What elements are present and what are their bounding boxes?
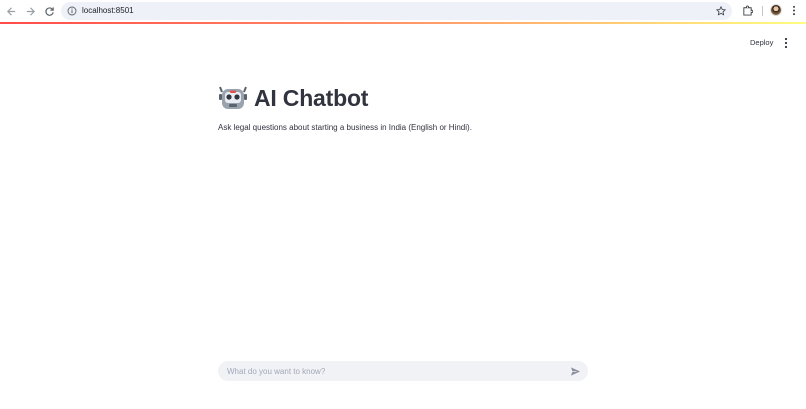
forward-button[interactable] (23, 4, 37, 18)
back-button[interactable] (4, 4, 18, 18)
arrow-left-icon (6, 6, 15, 16)
info-icon[interactable] (67, 6, 77, 16)
address-bar[interactable]: localhost:8501 (61, 2, 732, 20)
robot-icon (219, 86, 247, 109)
main-menu-icon[interactable] (782, 37, 790, 49)
page-title: AI Chatbot (218, 83, 368, 113)
toolbar-divider (762, 6, 763, 16)
browser-toolbar: localhost:8501 (0, 0, 806, 22)
chat-input-container (218, 361, 588, 381)
title-text: AI Chatbot (254, 84, 369, 111)
decoration-bar (0, 22, 806, 24)
star-icon[interactable] (716, 6, 726, 16)
kebab-menu-icon[interactable] (789, 5, 799, 16)
subtitle: Ask legal questions about starting a bus… (218, 123, 472, 132)
reload-button[interactable] (42, 4, 56, 18)
url-text[interactable]: localhost:8501 (82, 5, 134, 17)
deploy-button[interactable]: Deploy (744, 36, 779, 50)
avatar[interactable] (770, 4, 782, 16)
arrow-right-icon (26, 6, 35, 16)
chat-input[interactable] (218, 361, 558, 381)
send-icon[interactable] (570, 366, 581, 377)
reload-icon (44, 6, 54, 16)
puzzle-icon[interactable] (742, 5, 753, 16)
